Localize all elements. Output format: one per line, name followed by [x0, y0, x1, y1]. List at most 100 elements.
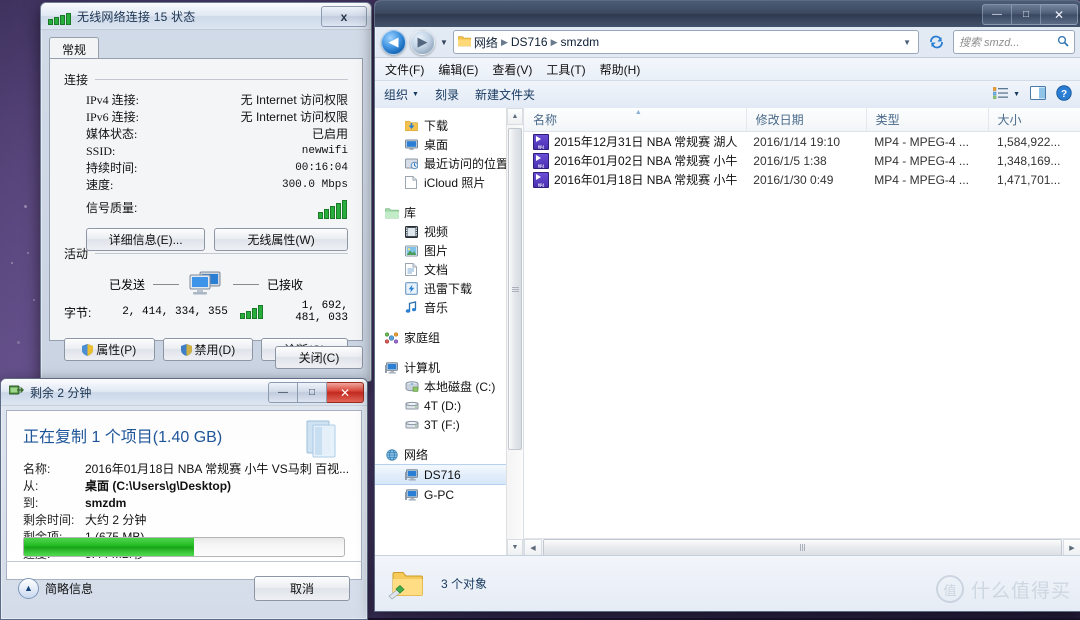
menu-item[interactable]: 工具(T)	[546, 61, 585, 78]
connection-row-value: 无 Internet 访问权限	[196, 109, 348, 125]
connection-group-header: 连接	[64, 71, 348, 88]
minimize-icon[interactable]: —	[268, 382, 298, 403]
sidebar-item-网络[interactable]: 网络	[375, 445, 523, 464]
sidebar-item-G-PC[interactable]: G-PC	[375, 485, 523, 504]
copy-detail-row: 剩余时间:大约 2 分钟	[7, 512, 361, 529]
sidebar-item-音乐[interactable]: 音乐	[375, 298, 523, 317]
nav-scrollbar[interactable]: ▲ ▼	[506, 108, 523, 556]
sidebar-item-本地磁盘-(C:)[interactable]: 本地磁盘 (C:)	[375, 377, 523, 396]
sidebar-item-DS716[interactable]: DS716	[375, 464, 523, 485]
organize-button[interactable]: 组织 ▼	[384, 86, 419, 103]
breadcrumb-separator: ▶	[501, 37, 508, 48]
details-toggle[interactable]: ▲ 简略信息	[18, 578, 93, 599]
sidebar-item-4T-(D:)[interactable]: 4T (D:)	[375, 396, 523, 415]
breadcrumb-item[interactable]: 网络	[474, 34, 498, 51]
scroll-down-icon[interactable]: ▼	[507, 539, 523, 556]
sidebar-item-桌面[interactable]: 桌面	[375, 135, 523, 154]
menu-item[interactable]: 查看(V)	[492, 61, 532, 78]
scroll-right-icon[interactable]: ▶	[1063, 539, 1080, 556]
sidebar-item-家庭组[interactable]: 家庭组	[375, 328, 523, 347]
sidebar-item-最近访问的位置[interactable]: 最近访问的位置	[375, 154, 523, 173]
sidebar-item-label: 网络	[404, 446, 428, 463]
pictures-icon	[405, 245, 419, 257]
status-bar: 3 个对象 值 什么值得买	[375, 555, 1080, 611]
activity-group-label: 活动	[64, 245, 88, 262]
horizontal-scrollbar[interactable]: ◀ ▶	[524, 538, 1080, 556]
close-icon[interactable]: ✕	[1041, 4, 1078, 25]
menu-item[interactable]: 编辑(E)	[438, 61, 478, 78]
chevron-up-icon[interactable]: ▲	[18, 578, 39, 599]
breadcrumb-item[interactable]: smzdm	[560, 35, 599, 49]
connection-row-value: 00:16:04	[196, 160, 348, 176]
copy-row-key: 剩余时间:	[23, 512, 85, 529]
connection-row-key: SSID:	[64, 143, 196, 159]
sort-indicator-icon: ▲	[635, 109, 642, 116]
h-scroll-thumb[interactable]	[543, 539, 1062, 556]
sidebar-item-label: 3T (F:)	[424, 418, 460, 432]
wifi-dialog-title: 无线网络连接 15 状态	[77, 8, 195, 25]
new-folder-button[interactable]: 新建文件夹	[475, 86, 535, 103]
minimize-icon[interactable]: —	[982, 4, 1012, 25]
sidebar-item-label: 音乐	[424, 299, 448, 316]
refresh-icon[interactable]	[923, 30, 949, 54]
scroll-left-icon[interactable]: ◀	[524, 539, 542, 556]
connection-row-key: IPv4 连接:	[64, 92, 196, 108]
maximize-icon[interactable]: □	[298, 382, 327, 403]
column-header[interactable]: 类型	[867, 108, 989, 131]
menu-item[interactable]: 文件(F)	[385, 61, 424, 78]
cancel-button[interactable]: 取消	[254, 576, 350, 601]
sidebar-item-图片[interactable]: 图片	[375, 241, 523, 260]
watermark-text: 什么值得买	[971, 576, 1071, 603]
sidebar-item-文档[interactable]: 文档	[375, 260, 523, 279]
signal-quality-value	[137, 200, 348, 219]
copy-row-key: 到:	[23, 495, 85, 512]
copy-dialog-footer: ▲ 简略信息 取消	[6, 561, 362, 614]
column-header[interactable]: 修改日期	[747, 108, 867, 131]
library-icon	[385, 207, 399, 219]
wifi-dialog-body: 常规 连接 IPv4 连接:无 Internet 访问权限IPv6 连接:无 I…	[49, 37, 363, 371]
close-icon[interactable]: ✕	[327, 382, 364, 403]
scroll-up-icon[interactable]: ▲	[507, 108, 523, 125]
copy-dialog-titlebar[interactable]: 剩余 2 分钟 — □ ✕	[1, 379, 367, 406]
search-input[interactable]: 搜索 smzd...	[953, 30, 1075, 54]
sidebar-item-计算机[interactable]: 计算机	[375, 358, 523, 377]
table-row[interactable]: 2015年12月31日 NBA 常规赛 湖人 V...2016/1/14 19:…	[524, 132, 1080, 151]
help-icon[interactable]: ?	[1056, 85, 1072, 104]
recent-pages-caret[interactable]: ▼	[439, 38, 449, 47]
chevron-down-icon[interactable]: ▼	[903, 38, 914, 47]
forward-button[interactable]: ▶	[410, 30, 435, 55]
explorer-window-controls: — □ ✕	[982, 4, 1078, 25]
burn-button[interactable]: 刻录	[435, 86, 459, 103]
menu-item[interactable]: 帮助(H)	[600, 61, 641, 78]
sidebar-item-迅雷下载[interactable]: 迅雷下载	[375, 279, 523, 298]
sidebar-item-iCloud-照片[interactable]: iCloud 照片	[375, 173, 523, 192]
sidebar-item-下载[interactable]: 下载	[375, 116, 523, 135]
column-header[interactable]: 大小	[989, 108, 1080, 131]
back-button[interactable]: ◀	[381, 30, 406, 55]
sidebar-item-label: 最近访问的位置	[424, 155, 508, 172]
close-button[interactable]: 关闭(C)	[275, 346, 363, 369]
sidebar-item-视频[interactable]: 视频	[375, 222, 523, 241]
maximize-icon[interactable]: □	[1012, 4, 1041, 25]
sidebar-item-3T-(F:)[interactable]: 3T (F:)	[375, 415, 523, 434]
table-row[interactable]: 2016年01月18日 NBA 常规赛 小牛 V...2016/1/30 0:4…	[524, 170, 1080, 189]
breadcrumb[interactable]: 网络▶DS716▶smzdm ▼	[453, 30, 919, 54]
column-header[interactable]: 名称▲	[524, 108, 747, 131]
sidebar-item-库[interactable]: 库	[375, 203, 523, 222]
bytes-received-value: 1, 692, 481, 033	[274, 300, 348, 324]
close-icon[interactable]: x	[321, 6, 367, 27]
explorer-titlebar[interactable]: — □ ✕	[375, 1, 1080, 27]
nav-scroll-thumb[interactable]	[508, 128, 522, 450]
activity-dash-right	[233, 284, 259, 285]
sidebar-item-label: G-PC	[424, 488, 454, 502]
wifi-dialog-titlebar[interactable]: 无线网络连接 15 状态 x	[41, 3, 371, 30]
video-icon	[405, 226, 419, 238]
table-row[interactable]: 2016年01月02日 NBA 常规赛 小牛 V...2016/1/5 1:38…	[524, 151, 1080, 170]
search-icon	[1057, 35, 1069, 50]
signal-bars-icon	[318, 200, 348, 219]
sidebar-item-label: 计算机	[404, 359, 440, 376]
view-options-button[interactable]: ▼	[993, 87, 1020, 102]
preview-pane-button[interactable]	[1030, 86, 1046, 103]
breadcrumb-item[interactable]: DS716	[511, 35, 548, 49]
drive-icon	[405, 400, 419, 411]
